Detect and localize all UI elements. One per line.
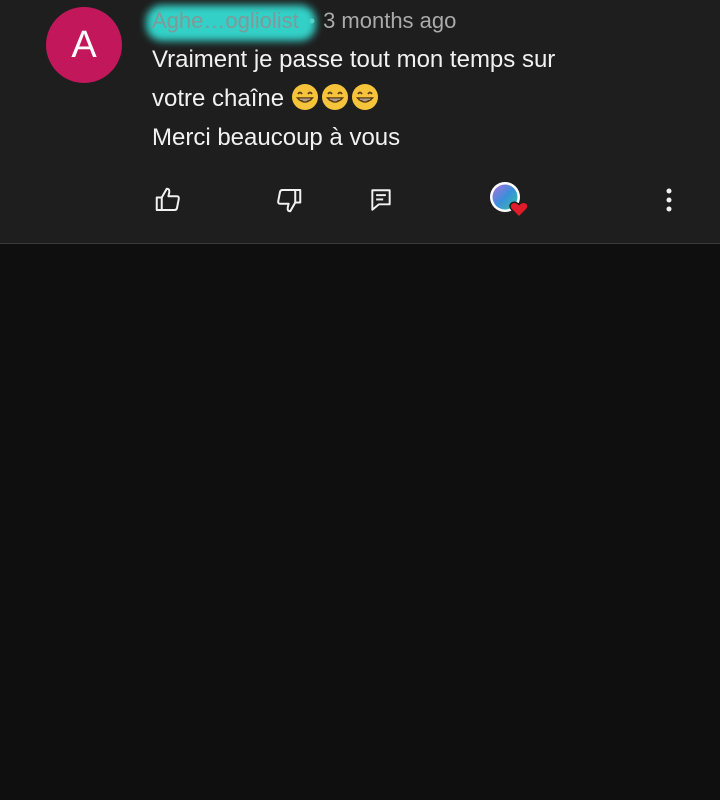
creator-heart-icon <box>490 182 529 219</box>
more-vertical-icon <box>666 188 672 212</box>
emoji-group <box>291 84 381 112</box>
dislike-button[interactable] <box>269 180 309 220</box>
grinning-emoji-icon <box>291 84 318 110</box>
more-options-button[interactable] <box>649 180 689 220</box>
thumbs-up-icon <box>155 187 180 211</box>
comment-text: Vraiment je passe tout mon temps sur vot… <box>152 40 692 157</box>
avatar-letter: A <box>71 24 97 66</box>
avatar[interactable]: A <box>46 7 122 83</box>
grinning-emoji-icon <box>321 84 348 110</box>
comment-time: 3 months ago <box>323 8 457 33</box>
thumbs-down-icon <box>277 189 302 213</box>
app-screen: A Aghe…ogliolist • 3 months ago Vraiment… <box>0 0 720 800</box>
author-name[interactable]: Aghe…ogliolist <box>146 5 316 41</box>
grinning-emoji-icon <box>351 84 378 110</box>
comment-reply-icon <box>371 189 391 211</box>
comment-line-3: Merci beaucoup à vous <box>152 124 401 151</box>
comment-line-2: votre chaîne <box>152 79 692 118</box>
comment-line-2-text: votre chaîne <box>152 85 285 112</box>
comment-meta: Aghe…ogliolist • 3 months ago <box>146 5 457 41</box>
comment-actions <box>0 180 720 220</box>
creator-heart-badge[interactable] <box>488 180 532 220</box>
comment-card: A Aghe…ogliolist • 3 months ago Vraiment… <box>0 0 720 244</box>
like-button[interactable] <box>148 180 188 220</box>
reply-button[interactable] <box>361 180 401 220</box>
comment-line-1: Vraiment je passe tout mon temps sur <box>152 46 556 73</box>
